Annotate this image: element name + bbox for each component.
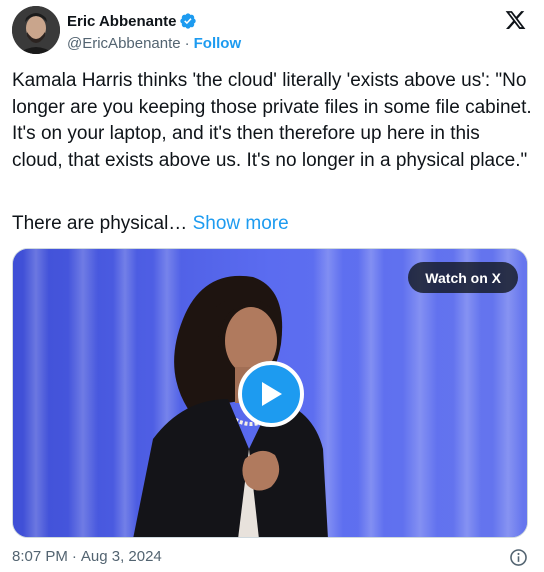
watch-on-x-button[interactable]: Watch on X <box>408 262 518 293</box>
truncated-text: There are physical… <box>12 213 188 234</box>
author-name[interactable]: Eric Abbenante <box>67 13 176 30</box>
show-more-link[interactable]: Show more <box>193 213 289 234</box>
avatar[interactable] <box>12 6 60 54</box>
tweet-timestamp[interactable]: 8:07 PM · Aug 3, 2024 <box>12 548 162 565</box>
time-separator: · <box>71 548 77 565</box>
video-player[interactable]: Watch on X <box>12 248 528 538</box>
follow-button[interactable]: Follow <box>194 35 242 52</box>
x-logo-icon[interactable] <box>504 9 527 31</box>
author-handle[interactable]: @EricAbbenante <box>67 35 181 52</box>
play-icon <box>262 382 282 406</box>
tweet-time: 8:07 PM <box>12 548 68 565</box>
tweet-card: Eric Abbenante @EricAbbenante · Follow K… <box>0 0 544 572</box>
info-icon[interactable] <box>509 548 528 567</box>
tweet-text: Kamala Harris thinks 'the cloud' literal… <box>12 68 532 174</box>
play-button[interactable] <box>238 361 304 427</box>
author-info: Eric Abbenante @EricAbbenante · Follow <box>67 11 241 53</box>
tweet-body: Kamala Harris thinks 'the cloud' literal… <box>12 70 537 171</box>
tweet-date: Aug 3, 2024 <box>80 548 162 565</box>
truncated-line: There are physical… Show more <box>12 211 289 237</box>
handle-separator: · <box>184 35 190 52</box>
verified-badge-icon <box>179 12 197 30</box>
